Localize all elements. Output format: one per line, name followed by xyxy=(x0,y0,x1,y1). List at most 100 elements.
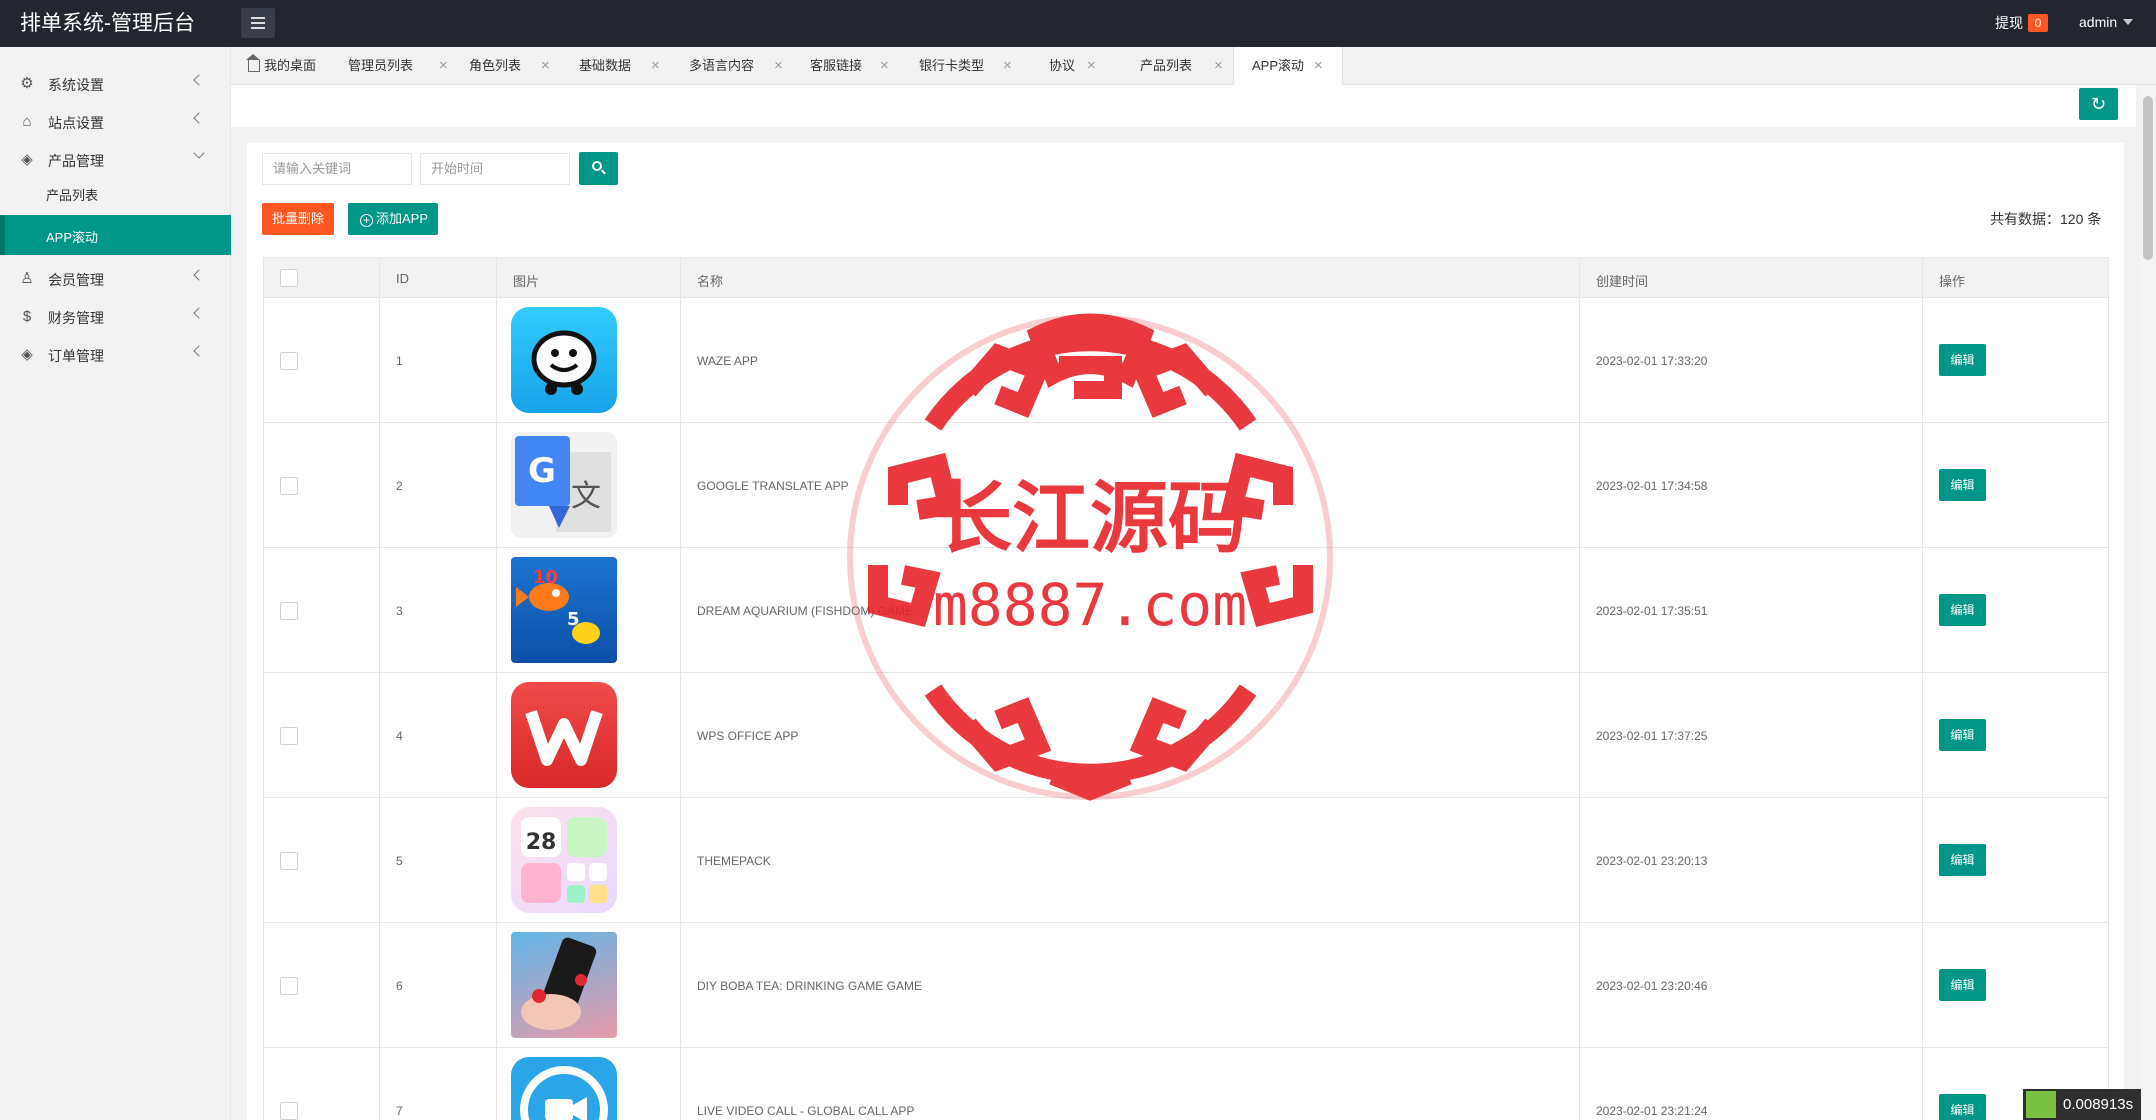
row-created: 2023-02-01 23:20:13 xyxy=(1596,854,1708,868)
start-time-input[interactable]: 开始时间 xyxy=(420,153,570,185)
sidebar-item-system-settings[interactable]: ⚙ 系统设置 xyxy=(0,64,231,102)
tab-label: 角色列表 xyxy=(469,58,522,73)
refresh-button[interactable]: ↻ xyxy=(2079,88,2118,120)
withdraw-link[interactable]: 提现 xyxy=(1995,13,2023,33)
chevron-left-icon xyxy=(193,269,205,281)
tab-app-scroll[interactable]: APP滚动 × xyxy=(1233,47,1343,86)
row-id: 3 xyxy=(396,604,403,618)
boba-tea-icon xyxy=(511,932,617,1038)
column-header-id: ID xyxy=(396,271,409,286)
row-checkbox[interactable] xyxy=(280,602,298,620)
keyword-input[interactable]: 请输入关键词 xyxy=(262,153,412,185)
sidebar-item-site-settings[interactable]: ⌂ 站点设置 xyxy=(0,102,231,140)
sidebar-subitem-app-scroll[interactable]: APP滚动 xyxy=(0,215,231,255)
row-created: 2023-02-01 23:20:46 xyxy=(1596,979,1708,993)
svg-text:G: G xyxy=(528,451,556,491)
row-id: 2 xyxy=(396,479,403,493)
column-header-name: 名称 xyxy=(697,274,724,289)
row-name: WPS OFFICE APP xyxy=(697,729,799,743)
tab-admin-list[interactable]: 管理员列表 × xyxy=(348,47,448,85)
sidebar-subitem-product-list[interactable]: 产品列表 xyxy=(0,173,231,213)
row-checkbox[interactable] xyxy=(280,852,298,870)
close-icon[interactable]: × xyxy=(1003,47,1012,85)
tab-agreement[interactable]: 协议 × xyxy=(1049,47,1129,85)
row-checkbox[interactable] xyxy=(280,477,298,495)
select-all-checkbox[interactable] xyxy=(280,269,298,287)
google-translate-icon: G文 xyxy=(511,432,617,538)
fishdom-icon: 10 5 xyxy=(511,557,617,663)
sidebar-item-finance-management[interactable]: $ 财务管理 xyxy=(0,297,231,335)
sidebar-item-label: 站点设置 xyxy=(48,115,104,131)
row-checkbox[interactable] xyxy=(280,727,298,745)
svg-text:5: 5 xyxy=(567,609,580,630)
themepack-icon: 28 xyxy=(511,807,617,913)
table-row: 2 G 文 GOOGLE TRANSLATE APP 2023-02-01 17:34:… xyxy=(263,423,2109,548)
edit-button[interactable]: 编辑 xyxy=(1939,594,1986,626)
edit-button[interactable]: 编辑 xyxy=(1939,469,1986,501)
search-button[interactable] xyxy=(579,152,618,185)
hamburger-icon-line xyxy=(251,27,265,29)
table-row: 7 LIVE VIDEO CALL - GLOBAL CALL APP 2023-0… xyxy=(263,1048,2109,1120)
row-checkbox[interactable] xyxy=(280,352,298,370)
sidebar-item-label: 财务管理 xyxy=(48,310,104,326)
close-icon[interactable]: × xyxy=(651,47,660,85)
table-row: 6 DIY BOBA TEA: DRINKING GAME GAME 2023-02… xyxy=(263,923,2109,1048)
cube-icon: ◈ xyxy=(21,151,33,168)
tab-product-list[interactable]: 产品列表 × xyxy=(1140,47,1240,85)
row-name: DIY BOBA TEA: DRINKING GAME GAME xyxy=(697,979,922,993)
refresh-icon: ↻ xyxy=(2090,94,2107,114)
chevron-left-icon xyxy=(193,345,205,357)
tab-label: 协议 xyxy=(1049,58,1076,73)
home-icon: ⌂ xyxy=(22,112,32,130)
tab-label: 客服链接 xyxy=(810,58,863,73)
edit-button[interactable]: 编辑 xyxy=(1939,844,1986,876)
close-icon[interactable]: × xyxy=(541,47,550,85)
chevron-left-icon xyxy=(193,74,205,86)
row-id: 5 xyxy=(396,854,403,868)
sidebar-item-order-management[interactable]: ◈ 订单管理 xyxy=(0,335,231,373)
table-row: 4 WPS OFFICE APP 2023-02-01 17:37:25 编辑 xyxy=(263,673,2109,798)
tab-multilanguage[interactable]: 多语言内容 × xyxy=(689,47,799,85)
plus-circle-icon: + xyxy=(360,214,373,227)
content-toolbar xyxy=(231,85,2136,127)
svg-text:文: 文 xyxy=(571,479,601,514)
edit-button[interactable]: 编辑 xyxy=(1939,344,1986,376)
tab-bank-card-type[interactable]: 银行卡类型 × xyxy=(919,47,1019,85)
edit-button[interactable]: 编辑 xyxy=(1939,719,1986,751)
user-menu[interactable]: admin xyxy=(2079,14,2117,30)
add-app-button[interactable]: + 添加APP xyxy=(348,203,438,235)
row-checkbox[interactable] xyxy=(280,977,298,995)
batch-delete-button[interactable]: 批量删除 xyxy=(262,203,334,235)
menu-toggle-button[interactable] xyxy=(241,8,275,38)
close-icon[interactable]: × xyxy=(1314,47,1323,85)
column-header-created: 创建时间 xyxy=(1596,274,1649,289)
row-id: 4 xyxy=(396,729,403,743)
tab-my-desktop[interactable]: 我的桌面 xyxy=(246,47,316,85)
column-divider xyxy=(379,257,380,1120)
close-icon[interactable]: × xyxy=(1214,47,1223,85)
edit-button[interactable]: 编辑 xyxy=(1939,1094,1986,1120)
sidebar-item-label: 产品管理 xyxy=(48,153,104,169)
close-icon[interactable]: × xyxy=(439,47,448,85)
sidebar-item-label: APP滚动 xyxy=(46,230,99,245)
tab-basic-data[interactable]: 基础数据 × xyxy=(579,47,669,85)
column-divider xyxy=(496,257,497,1120)
tab-label: 基础数据 xyxy=(579,58,632,73)
sidebar-item-member-management[interactable]: ♙ 会员管理 xyxy=(0,259,231,297)
close-icon[interactable]: × xyxy=(774,47,783,85)
close-icon[interactable]: × xyxy=(1087,47,1096,85)
scrollbar-thumb[interactable] xyxy=(2143,96,2153,260)
row-name: WAZE APP xyxy=(697,354,758,368)
row-checkbox[interactable] xyxy=(280,1102,298,1120)
close-icon[interactable]: × xyxy=(880,47,889,85)
column-header-image: 图片 xyxy=(513,274,540,289)
edit-button[interactable]: 编辑 xyxy=(1939,969,1986,1001)
app-title: 排单系统-管理后台 xyxy=(20,12,195,35)
top-header: 排单系统-管理后台 提现 0 admin xyxy=(0,0,2156,47)
row-id: 7 xyxy=(396,1104,403,1118)
tab-role-list[interactable]: 角色列表 × xyxy=(469,47,559,85)
tab-label: 多语言内容 xyxy=(689,58,755,73)
withdraw-count-badge: 0 xyxy=(2028,14,2048,32)
package-icon: ◈ xyxy=(21,346,33,363)
tab-customer-service-link[interactable]: 客服链接 × xyxy=(810,47,910,85)
